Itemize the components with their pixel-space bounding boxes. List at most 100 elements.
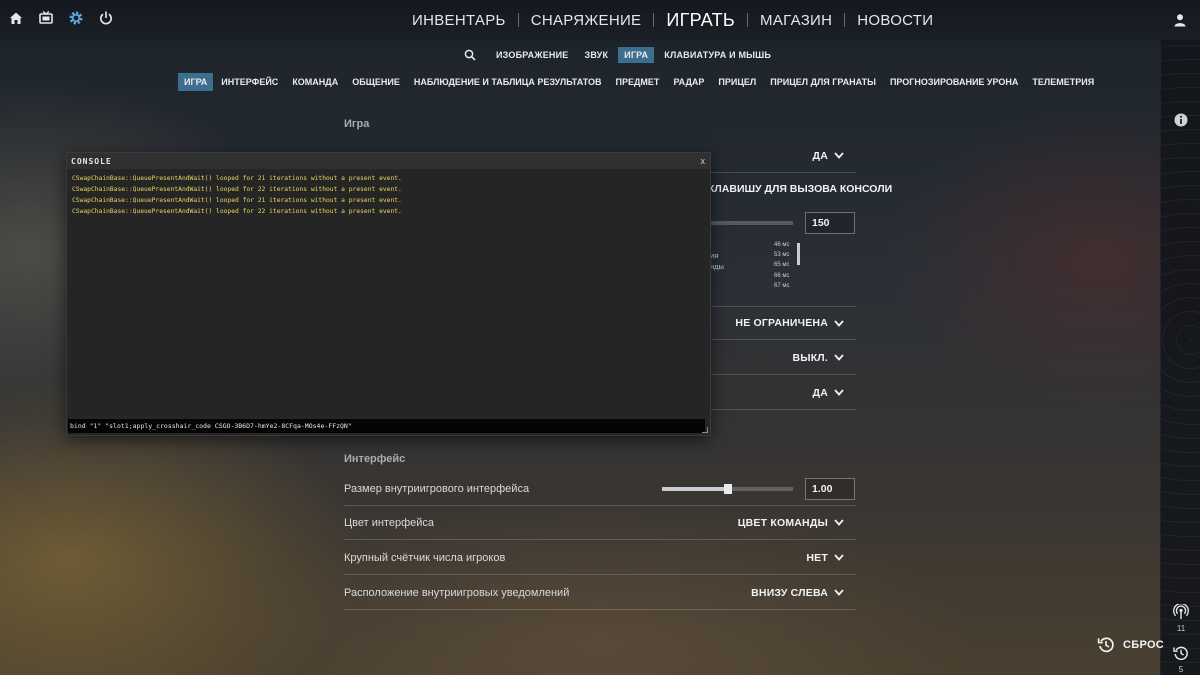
tab-spectator-scoreboard[interactable]: НАБЛЮДЕНИЕ И ТАБЛИЦА РЕЗУЛЬТАТОВ bbox=[408, 73, 608, 91]
setting-dropdown[interactable]: НЕ ОГРАНИЧЕНА bbox=[735, 317, 856, 329]
settings-subnav: ИЗОБРАЖЕНИЕ ЗВУК ИГРА КЛАВИАТУРА И МЫШЬ bbox=[460, 46, 777, 64]
section-title-interface: Интерфейс bbox=[344, 453, 406, 465]
broadcast-count: 11 bbox=[1176, 624, 1186, 633]
search-icon[interactable] bbox=[460, 46, 480, 64]
reset-label: СБРОС bbox=[1123, 639, 1165, 651]
dropdown-value: ДА bbox=[812, 149, 828, 162]
setting-row-hud-scale: Размер внутриигрового интерфейса 1.00 bbox=[344, 472, 856, 506]
broadcast-button[interactable]: 11 bbox=[1169, 603, 1193, 633]
net-graph-item[interactable]: 46 мс bbox=[774, 240, 789, 250]
console-window[interactable]: CONSOLE x CSwapChainBase::QueuePresentAn… bbox=[66, 152, 711, 436]
net-graph-item[interactable]: 66 мс bbox=[774, 271, 789, 281]
console-output[interactable]: CSwapChainBase::QueuePresentAndWait() lo… bbox=[67, 169, 710, 417]
chevron-down-icon bbox=[834, 554, 844, 561]
close-icon[interactable]: x bbox=[701, 156, 706, 166]
setting-dropdown[interactable]: ДА bbox=[813, 387, 856, 399]
power-icon[interactable] bbox=[98, 10, 114, 26]
subnav-keyboard-mouse[interactable]: КЛАВИАТУРА И МЫШЬ bbox=[658, 47, 777, 63]
tab-damage-prediction[interactable]: ПРОГНОЗИРОВАНИЕ УРОНА bbox=[884, 73, 1024, 91]
history-count: 5 bbox=[1178, 665, 1184, 674]
net-graph-item[interactable]: 65 мс bbox=[774, 260, 789, 270]
hidden-label-fragment: нды bbox=[710, 262, 724, 271]
info-icon[interactable] bbox=[1173, 112, 1189, 128]
slider-fill bbox=[662, 486, 728, 491]
setting-dropdown[interactable]: ДА bbox=[813, 150, 856, 162]
subnav-audio[interactable]: ЗВУК bbox=[578, 47, 614, 63]
right-rail: 11 5 bbox=[1160, 40, 1200, 675]
slider-track[interactable] bbox=[662, 483, 793, 494]
tab-grenade-crosshair[interactable]: ПРИЦЕЛ ДЛЯ ГРАНАТЫ bbox=[764, 73, 882, 91]
net-graph-item[interactable]: 53 мс bbox=[774, 250, 789, 260]
tab-communication[interactable]: ОБЩЕНИЕ bbox=[346, 73, 406, 91]
nav-play[interactable]: ИГРАТЬ bbox=[654, 10, 747, 31]
setting-label: Цвет интерфейса bbox=[344, 516, 435, 529]
section-title-game: Игра bbox=[344, 118, 370, 130]
slider-value-input[interactable]: 1.00 bbox=[805, 477, 855, 500]
chevron-down-icon bbox=[834, 354, 844, 361]
tab-radar[interactable]: РАДАР bbox=[667, 73, 710, 91]
setting-dropdown[interactable]: ВЫКЛ. bbox=[792, 352, 856, 364]
console-line: CSwapChainBase::QueuePresentAndWait() lo… bbox=[72, 175, 402, 182]
tab-crosshair[interactable]: ПРИЦЕЛ bbox=[712, 73, 762, 91]
hidden-label-fragment: ия bbox=[710, 251, 719, 260]
setting-dropdown[interactable]: ВНИЗУ СЛЕВА bbox=[751, 587, 856, 599]
top-bar: ИНВЕНТАРЬ СНАРЯЖЕНИЕ ИГРАТЬ МАГАЗИН НОВО… bbox=[0, 0, 1200, 40]
console-input[interactable]: bind "1" "slot1;apply_crosshair_code CSG… bbox=[68, 419, 705, 433]
nav-store[interactable]: МАГАЗИН bbox=[748, 12, 844, 29]
nav-loadout[interactable]: СНАРЯЖЕНИЕ bbox=[519, 12, 654, 29]
console-line: CSwapChainBase::QueuePresentAndWait() lo… bbox=[72, 186, 402, 193]
main-nav: ИНВЕНТАРЬ СНАРЯЖЕНИЕ ИГРАТЬ МАГАЗИН НОВО… bbox=[400, 0, 945, 40]
tab-interface[interactable]: ИНТЕРФЕЙС bbox=[215, 73, 284, 91]
slider-value-input[interactable]: 150 bbox=[805, 212, 855, 234]
subnav-game[interactable]: ИГРА bbox=[618, 47, 655, 63]
setting-dropdown[interactable]: НЕТ bbox=[806, 552, 856, 564]
game-tabs: ИГРА ИНТЕРФЕЙС КОМАНДА ОБЩЕНИЕ НАБЛЮДЕНИ… bbox=[178, 73, 1100, 91]
setting-row-hud-color: Цвет интерфейса ЦВЕТ КОМАНДЫ bbox=[344, 506, 856, 540]
setting-label: Размер внутриигрового интерфейса bbox=[344, 482, 530, 495]
subnav-video[interactable]: ИЗОБРАЖЕНИЕ bbox=[490, 47, 574, 63]
reset-history-icon bbox=[1097, 637, 1114, 653]
setting-row-notifications: Расположение внутриигровых уведомлений В… bbox=[344, 576, 856, 610]
history-icon bbox=[1173, 646, 1188, 661]
tv-icon[interactable] bbox=[38, 10, 54, 26]
console-line: CSwapChainBase::QueuePresentAndWait() lo… bbox=[72, 197, 402, 204]
chevron-down-icon bbox=[834, 319, 844, 327]
settings-gear-icon[interactable] bbox=[68, 10, 84, 26]
dropdown-value: ВЫКЛ. bbox=[792, 351, 828, 364]
top-bar-icons bbox=[8, 10, 114, 26]
tab-team[interactable]: КОМАНДА bbox=[286, 73, 344, 91]
profile-button[interactable] bbox=[1160, 0, 1200, 40]
tab-telemetry[interactable]: ТЕЛЕМЕТРИЯ bbox=[1026, 73, 1100, 91]
dropdown-value: НЕ ОГРАНИЧЕНА bbox=[735, 317, 828, 329]
broadcast-icon bbox=[1173, 603, 1189, 619]
slider-handle[interactable] bbox=[723, 483, 732, 494]
console-title-bar[interactable]: CONSOLE x bbox=[67, 153, 710, 169]
console-title: CONSOLE bbox=[71, 156, 112, 166]
tab-item[interactable]: ПРЕДМЕТ bbox=[610, 73, 666, 91]
chevron-down-icon bbox=[834, 589, 844, 596]
resize-grip-icon[interactable] bbox=[702, 427, 708, 433]
console-line: CSwapChainBase::QueuePresentAndWait() lo… bbox=[72, 208, 402, 215]
dropdown-value: НЕТ bbox=[806, 551, 828, 564]
setting-row-player-counter: Крупный счётчик числа игроков НЕТ bbox=[344, 541, 856, 575]
setting-dropdown[interactable]: ЦВЕТ КОМАНДЫ bbox=[738, 517, 856, 529]
chevron-down-icon bbox=[834, 519, 844, 526]
tab-game[interactable]: ИГРА bbox=[178, 73, 214, 91]
home-icon[interactable] bbox=[8, 10, 24, 26]
dropdown-value: ДА bbox=[812, 386, 828, 399]
scrollbar[interactable] bbox=[797, 243, 800, 265]
dropdown-value: ВНИЗУ СЛЕВА bbox=[751, 586, 828, 599]
dropdown-value: ЦВЕТ КОМАНДЫ bbox=[737, 516, 828, 529]
nav-news[interactable]: НОВОСТИ bbox=[845, 12, 945, 29]
net-graph-item[interactable]: 67 мс bbox=[774, 281, 789, 291]
setting-label: Расположение внутриигровых уведомлений bbox=[344, 586, 570, 599]
net-graph-list: 46 мс 53 мс 65 мс 66 мс 67 мс bbox=[774, 240, 789, 291]
console-key-button[interactable]: КЛАВИШУ ДЛЯ ВЫЗОВА КОНСОЛИ bbox=[708, 183, 892, 195]
history-button[interactable]: 5 bbox=[1169, 645, 1193, 674]
reset-button[interactable]: СБРОС bbox=[1097, 636, 1164, 654]
nav-inventory[interactable]: ИНВЕНТАРЬ bbox=[400, 12, 518, 29]
setting-label: Крупный счётчик числа игроков bbox=[344, 551, 506, 564]
user-icon bbox=[1174, 14, 1186, 27]
chevron-down-icon bbox=[834, 152, 844, 159]
chevron-down-icon bbox=[834, 389, 844, 396]
